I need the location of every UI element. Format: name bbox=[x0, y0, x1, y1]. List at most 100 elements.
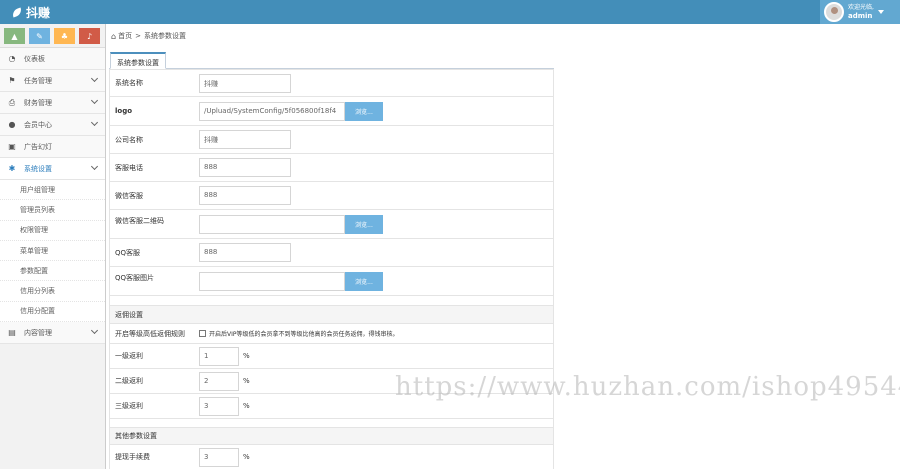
shortcut-bell-button[interactable]: ♪ bbox=[79, 28, 100, 44]
wechat-input[interactable]: 888 bbox=[199, 186, 291, 205]
phone-label: 客服电话 bbox=[115, 163, 143, 172]
sidebar-shortcuts: ▲ ✎ ♣ ♪ bbox=[0, 24, 105, 48]
picture-icon: ▣ bbox=[8, 142, 16, 151]
breadcrumb-separator: > bbox=[135, 32, 141, 40]
logo-browse-button[interactable]: 浏览... bbox=[345, 101, 383, 121]
site-name-input[interactable]: 抖赚 bbox=[199, 73, 291, 93]
level2-unit: % bbox=[243, 377, 250, 385]
chevron-down-icon bbox=[90, 118, 99, 127]
sidebar-item-slides[interactable]: ▣ 广告幻灯 bbox=[0, 136, 105, 158]
shortcut-chart-button[interactable]: ▲ bbox=[4, 28, 25, 44]
qq-label: QQ客服 bbox=[115, 248, 141, 257]
level2-input[interactable]: 2 bbox=[199, 371, 239, 391]
withdraw-fee-unit: % bbox=[243, 453, 250, 461]
withdraw-fee-input[interactable]: 3 bbox=[199, 447, 239, 467]
form-row-phone: 客服电话 888 bbox=[109, 154, 554, 182]
form-row-withdraw-fee: 提现手续费 3 % bbox=[109, 445, 554, 469]
watermark-text: https://www.huzhan.com/ishop49544 bbox=[395, 372, 900, 402]
shortcut-group-button[interactable]: ♣ bbox=[54, 28, 75, 44]
company-input[interactable]: 抖赚 bbox=[199, 130, 291, 149]
group-icon: ♣ bbox=[60, 31, 69, 41]
shortcut-pencil-button[interactable]: ✎ bbox=[29, 28, 50, 44]
logo-label: logo bbox=[115, 107, 133, 115]
qq-image-input[interactable] bbox=[199, 271, 345, 291]
wechat-qr-input[interactable] bbox=[199, 214, 345, 234]
form-row-qq: QQ客服 888 bbox=[109, 239, 554, 267]
logo-path-input[interactable]: /Upluad/SystemConfig/5f056800f18f4 bbox=[199, 101, 345, 121]
tab-bar: 系统参数设置 bbox=[109, 52, 554, 69]
level2-label: 二级返利 bbox=[115, 377, 143, 385]
level3-input[interactable]: 3 bbox=[199, 396, 239, 416]
sidebar-item-label: 财务管理 bbox=[24, 98, 52, 107]
site-name-label: 系统名称 bbox=[115, 79, 143, 87]
wechat-label: 微信客服 bbox=[115, 191, 143, 200]
rebate-rule-text: 开启后VIP等级低的会员拿不到等级比他高的会员任务返佣，得钱审核。 bbox=[209, 331, 399, 338]
level3-label: 三级返利 bbox=[115, 402, 143, 410]
qq-input[interactable]: 888 bbox=[199, 243, 291, 262]
breadcrumb-home[interactable]: 首页 bbox=[118, 31, 132, 41]
user-greeting: 欢迎光临, bbox=[848, 4, 874, 11]
sidebar-item-label: 系统设置 bbox=[24, 164, 52, 173]
user-icon: ● bbox=[8, 120, 16, 129]
sidebar-subitem-permissions[interactable]: 权限管理 bbox=[0, 220, 105, 241]
sidebar-item-finance[interactable]: ⎙ 财务管理 bbox=[0, 92, 105, 114]
sidebar-subitem-credit-config[interactable]: 信用分配置 bbox=[0, 301, 105, 323]
chevron-down-icon bbox=[90, 327, 99, 335]
tab-system-params[interactable]: 系统参数设置 bbox=[110, 52, 166, 69]
form-row-company: 公司名称 抖赚 bbox=[109, 126, 554, 154]
spacer bbox=[109, 296, 554, 306]
breadcrumb-current: 系统参数设置 bbox=[143, 32, 186, 40]
sidebar-item-settings[interactable]: ✱ 系统设置 bbox=[0, 158, 105, 180]
chart-icon: ▲ bbox=[11, 31, 18, 41]
leaf-icon bbox=[11, 7, 23, 18]
sidebar-item-label: 广告幻灯 bbox=[24, 142, 52, 151]
form-row-wechat: 微信客服 888 bbox=[109, 182, 554, 210]
form-row-logo: logo /Upluad/SystemConfig/5f056800f18f4 … bbox=[109, 97, 554, 126]
flag-icon: ⚑ bbox=[8, 76, 16, 85]
sidebar-item-tasks[interactable]: ⚑ 任务管理 bbox=[0, 70, 105, 92]
qq-image-label: QQ客服图片 bbox=[115, 274, 155, 282]
user-menu[interactable]: 欢迎光临, admin bbox=[820, 0, 900, 24]
gear-icon: ✱ bbox=[8, 164, 16, 173]
sidebar-item-content[interactable]: ▤ 内容管理 bbox=[0, 322, 105, 345]
sidebar-subitem-params[interactable]: 参数配置 bbox=[0, 261, 105, 282]
level3-unit: % bbox=[243, 402, 250, 410]
form-row-rebate-rule: 开启等级高低返佣规则 开启后VIP等级低的会员拿不到等级比他高的会员任务返佣，得… bbox=[109, 324, 554, 344]
dashboard-icon: ◔ bbox=[8, 54, 16, 63]
rebate-section-heading: 返佣设置 bbox=[109, 306, 554, 324]
sidebar-item-members[interactable]: ● 会员中心 bbox=[0, 114, 105, 136]
sidebar-subitem-admins[interactable]: 管理员列表 bbox=[0, 200, 105, 221]
withdraw-fee-label: 提现手续费 bbox=[115, 453, 150, 461]
pencil-icon: ✎ bbox=[36, 31, 43, 41]
wechat-qr-browse-button[interactable]: 浏览... bbox=[345, 214, 383, 234]
rebate-rule-checkbox[interactable] bbox=[199, 330, 206, 337]
book-icon: ▤ bbox=[8, 328, 16, 338]
company-label: 公司名称 bbox=[115, 135, 143, 144]
sidebar-item-dashboard[interactable]: ◔ 仪表板 bbox=[0, 48, 105, 70]
sidebar-item-label: 内容管理 bbox=[24, 328, 52, 337]
caret-down-icon bbox=[877, 10, 884, 14]
sidebar-subitem-usergroups[interactable]: 用户组管理 bbox=[0, 180, 105, 201]
printer-icon: ⎙ bbox=[8, 97, 16, 107]
level1-input[interactable]: 1 bbox=[199, 346, 239, 366]
form-row-site-name: 系统名称 抖赚 bbox=[109, 69, 554, 97]
sidebar-subitem-menus[interactable]: 菜单管理 bbox=[0, 240, 105, 262]
sidebar-item-label: 会员中心 bbox=[24, 120, 52, 129]
sidebar-subitem-credit-list[interactable]: 信用分列表 bbox=[0, 281, 105, 302]
wechat-qr-label: 微信客服二维码 bbox=[115, 217, 164, 225]
form-row-level1: 一级返利 1 % bbox=[109, 344, 554, 369]
chevron-down-icon bbox=[90, 162, 99, 171]
level1-label: 一级返利 bbox=[115, 352, 143, 360]
sidebar: ▲ ✎ ♣ ♪ ◔ 仪表板 ⚑ 任务管理 ⎙ 财务管理 ● 会员中心 ▣ 广告幻… bbox=[0, 24, 106, 469]
settings-form: 系统名称 抖赚 logo /Upluad/SystemConfig/5f0568… bbox=[109, 69, 554, 469]
user-name: admin bbox=[848, 12, 873, 20]
sidebar-item-label: 任务管理 bbox=[24, 76, 52, 85]
main-content: ⌂ 首页 > 系统参数设置 系统参数设置 系统名称 抖赚 logo /Uplua… bbox=[107, 24, 900, 469]
breadcrumb: ⌂ 首页 > 系统参数设置 bbox=[107, 24, 900, 48]
top-navbar: 抖赚 欢迎光临, admin bbox=[0, 0, 900, 24]
app-brand[interactable]: 抖赚 bbox=[11, 4, 50, 21]
qq-image-browse-button[interactable]: 浏览... bbox=[345, 271, 383, 291]
other-section-heading: 其他参数设置 bbox=[109, 427, 554, 445]
avatar bbox=[824, 2, 844, 22]
phone-input[interactable]: 888 bbox=[199, 158, 291, 177]
